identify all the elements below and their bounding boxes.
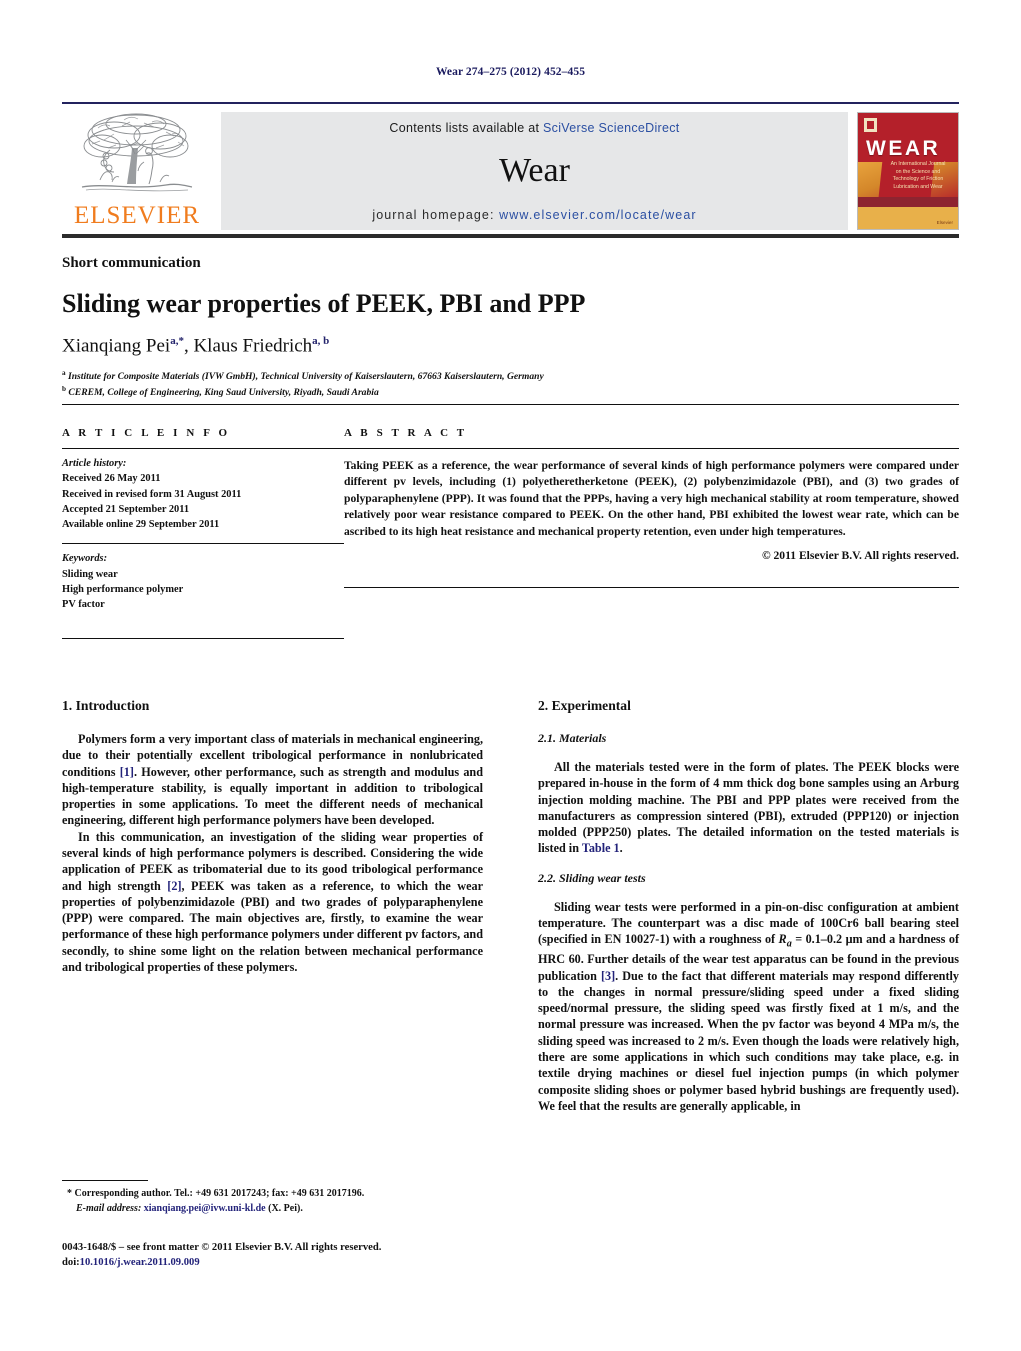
contents-list-line: Contents lists available at SciVerse Sci… xyxy=(389,121,679,135)
keywords-label: Keywords: xyxy=(62,553,108,565)
symbol-Ra: R xyxy=(778,932,787,947)
body-column-right: 2. Experimental 2.1. Materials All the m… xyxy=(538,698,959,1114)
article-history-item: Received in revised form 31 August 2011 xyxy=(62,488,242,500)
abstract-column: A B S T R A C T Taking PEEK as a referen… xyxy=(344,427,959,639)
article-history: Article history: Received 26 May 2011 Re… xyxy=(62,456,344,532)
affiliation-b: b CEREM, College of Engineering, King Sa… xyxy=(62,384,959,400)
page-title: Sliding wear properties of PEEK, PBI and… xyxy=(62,289,586,319)
article-info-column: A R T I C L E I N F O Article history: R… xyxy=(62,427,344,639)
article-history-item: Available online 29 September 2011 xyxy=(62,519,220,531)
section-heading-experimental: 2. Experimental xyxy=(538,698,631,713)
paragraph-intro-2: In this communication, an investigation … xyxy=(62,829,483,976)
imprint-block: 0043-1648/$ – see front matter © 2011 El… xyxy=(62,1240,562,1271)
cover-title: WEAR xyxy=(866,137,941,160)
article-info-heading: A R T I C L E I N F O xyxy=(62,427,231,439)
body-columns: 1. Introduction Polymers form a very imp… xyxy=(62,698,959,1114)
journal-cover-thumbnail[interactable]: WEAR An International Journal on the Sci… xyxy=(857,112,959,230)
journal-title: Wear xyxy=(499,151,570,189)
citation-ref-1[interactable]: [1] xyxy=(120,765,134,779)
abstract-text: Taking PEEK as a reference, the wear per… xyxy=(344,459,959,538)
article-type: Short communication xyxy=(62,255,201,271)
article-info-rule-top xyxy=(62,448,344,449)
affiliations: a Institute for Composite Materials (IVW… xyxy=(62,368,959,400)
elsevier-logo: ELSEVIER xyxy=(62,112,212,230)
article-history-item: Received 26 May 2011 xyxy=(62,473,161,485)
affiliation-a-text: Institute for Composite Materials (IVW G… xyxy=(65,371,544,383)
info-abstract-block: A R T I C L E I N F O Article history: R… xyxy=(62,404,959,639)
affiliation-b-text: CEREM, College of Engineering, King Saud… xyxy=(66,386,379,398)
info-top-rule xyxy=(62,404,959,405)
footnote-rule xyxy=(62,1180,148,1181)
subsection-heading-sliding-wear-tests: 2.2. Sliding wear tests xyxy=(538,870,646,885)
masthead-grey-band: Contents lists available at SciVerse Sci… xyxy=(221,112,848,230)
body-column-left: 1. Introduction Polymers form a very imp… xyxy=(62,698,483,1114)
keyword-item: PV factor xyxy=(62,599,105,611)
section-heading-introduction: 1. Introduction xyxy=(62,698,150,713)
journal-article-page: Wear 274–275 (2012) 452–455 ELSEVIER Con… xyxy=(0,0,1021,1351)
doi-line: doi:10.1016/j.wear.2011.09.009 xyxy=(62,1255,562,1270)
email-link[interactable]: xianqiang.pei@ivw.uni-kl.de xyxy=(144,1203,266,1214)
abstract-copyright: © 2011 Elsevier B.V. All rights reserved… xyxy=(761,549,959,563)
email-suffix: (X. Pei). xyxy=(265,1202,303,1214)
cover-dark-band xyxy=(858,196,958,207)
corresponding-author-text: Corresponding author. Tel.: +49 631 2017… xyxy=(72,1188,365,1199)
author-name-1: Xianqiang Pei xyxy=(62,334,171,356)
email-note: E-mail address: xianqiang.pei@ivw.uni-kl… xyxy=(62,1202,483,1217)
journal-homepage-link[interactable]: www.elsevier.com/locate/wear xyxy=(499,208,697,222)
corresponding-author-note: * Corresponding author. Tel.: +49 631 20… xyxy=(62,1187,483,1202)
contents-prefix: Contents lists available at xyxy=(389,121,544,135)
running-head: Wear 274–275 (2012) 452–455 xyxy=(435,66,586,78)
title-block: Short communication Sliding wear propert… xyxy=(62,255,959,399)
author-list: Xianqiang Peia,*, Klaus Friedricha, b xyxy=(62,335,959,357)
elsevier-wordmark: ELSEVIER xyxy=(73,202,201,229)
email-label: E-mail address: xyxy=(76,1202,142,1214)
homepage-prefix: journal homepage: xyxy=(372,208,500,222)
cover-subtitle: An International Journal on the Science … xyxy=(890,161,946,190)
cover-elsevier-mark-icon xyxy=(864,118,877,132)
article-info-rule-mid xyxy=(62,543,344,545)
table-1-link[interactable]: Table 1 xyxy=(582,841,620,855)
paragraph-intro-1: Polymers form a very important class of … xyxy=(62,731,483,829)
article-history-label: Article history: xyxy=(62,458,127,469)
keywords-group: Keywords: Sliding wear High performance … xyxy=(62,551,344,612)
materials-part-b: . xyxy=(619,841,623,856)
cover-publisher: Elsevier xyxy=(936,220,953,225)
issn-copyright-line: 0043-1648/$ – see front matter © 2011 El… xyxy=(62,1242,382,1253)
author-separator: , xyxy=(183,334,194,356)
abstract-rule-bottom xyxy=(344,587,959,589)
doi-link[interactable]: 10.1016/j.wear.2011.09.009 xyxy=(80,1257,200,1268)
keyword-item: Sliding wear xyxy=(62,568,118,580)
doi-label: doi: xyxy=(62,1257,80,1269)
subsection-heading-materials: 2.1. Materials xyxy=(538,731,607,745)
citation-ref-3[interactable]: [3] xyxy=(601,969,615,983)
journal-masthead: ELSEVIER Contents lists available at Sci… xyxy=(62,102,959,238)
paragraph-sliding-wear-tests: Sliding wear tests were performed in a p… xyxy=(538,899,959,1114)
citation-ref-2[interactable]: [2] xyxy=(167,879,181,893)
tests-part-c: . Due to the fact that different materia… xyxy=(538,968,959,1113)
author-2-affil-marker[interactable]: a, b xyxy=(312,335,329,347)
article-info-rule-bottom xyxy=(62,637,344,639)
elsevier-tree-icon xyxy=(74,110,200,202)
paragraph-materials: All the materials tested were in the for… xyxy=(538,759,959,857)
abstract-heading: A B S T R A C T xyxy=(344,427,468,439)
footnote-block: * Corresponding author. Tel.: +49 631 20… xyxy=(62,1180,483,1216)
sciencedirect-link[interactable]: SciVerse ScienceDirect xyxy=(543,121,680,135)
abstract-rule-top xyxy=(344,448,959,449)
article-history-item: Accepted 21 September 2011 xyxy=(62,503,190,515)
keyword-item: High performance polymer xyxy=(62,584,184,596)
author-name-2: Klaus Friedrich xyxy=(193,334,313,356)
journal-homepage-line: journal homepage: www.elsevier.com/locat… xyxy=(372,208,696,222)
affiliation-a: a Institute for Composite Materials (IVW… xyxy=(62,368,959,384)
author-1-affil-marker[interactable]: a,* xyxy=(170,335,184,347)
